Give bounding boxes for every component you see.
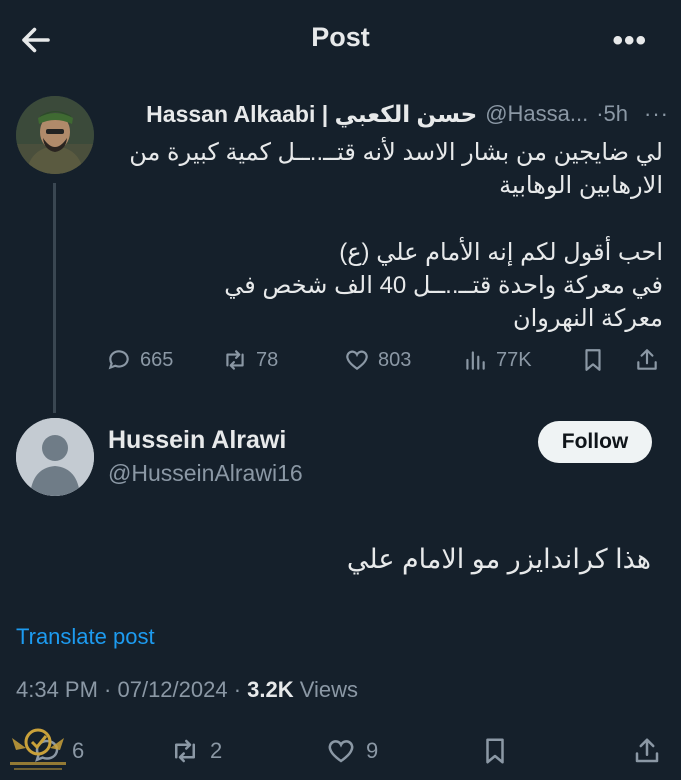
bookmark-icon (486, 738, 504, 764)
thread-connector-line (53, 183, 56, 413)
repost-icon (226, 350, 244, 370)
like-count: 9 (366, 738, 379, 763)
user-silhouette-icon (16, 418, 94, 496)
heart-icon (328, 740, 354, 763)
post-text-line: في معركة واحدة قتــ..ــل 40 الف شخص في (224, 272, 663, 299)
bookmark-icon (585, 349, 601, 371)
post-metadata: 4:34 PM · 07/12/2024 · 3.2K Views (16, 677, 358, 703)
reply-button[interactable]: 665 (106, 344, 173, 376)
views-label: Views (293, 677, 359, 702)
translate-post-link[interactable]: Translate post (16, 624, 155, 650)
more-options-icon[interactable]: ••• (612, 24, 647, 58)
post-text-paragraph-2: احب أقول لكم إنه الأمام علي (ع) في معركة… (103, 236, 663, 335)
repost-button[interactable]: 2 (170, 734, 222, 768)
like-count: 803 (378, 348, 412, 371)
avatar[interactable] (16, 96, 94, 174)
post-header: Hassan Alkaabi | حسن الكعبي @Hassa... ·5… (146, 98, 669, 130)
post-text-line: معركة النهروان (512, 305, 663, 332)
author-name[interactable]: Hassan Alkaabi | حسن الكعبي (146, 101, 477, 128)
post-text-line: لي ضايجين من بشار الاسد لأنه قتــ..ــل ك… (129, 139, 663, 166)
heart-icon (346, 350, 368, 370)
reply-author-name[interactable]: Hussein Alrawi (108, 426, 286, 455)
author-handle[interactable]: @Hassa... (485, 101, 588, 127)
views-count: 77K (496, 348, 532, 371)
views-bar-chart-icon (466, 351, 485, 370)
reply-icon (108, 350, 129, 370)
reply-author-handle[interactable]: @HusseinAlrawi16 (108, 460, 303, 487)
post-more-icon[interactable]: ··· (644, 101, 669, 127)
post-text-paragraph-1: لي ضايجين من بشار الاسد لأنه قتــ..ــل ك… (103, 136, 663, 202)
reply-count: 6 (72, 738, 85, 763)
like-button[interactable]: 803 (344, 344, 411, 376)
bookmark-button[interactable] (480, 734, 510, 768)
default-avatar[interactable] (16, 418, 94, 496)
reply-text: هذا كراندايزر مو الامام علي (346, 544, 651, 574)
share-button[interactable] (634, 344, 660, 376)
forum-watermark-logo (10, 728, 66, 770)
repost-count: 2 (210, 738, 223, 763)
share-icon (637, 349, 657, 370)
views-button[interactable]: 77K (462, 344, 532, 376)
share-icon (635, 738, 659, 763)
post-actions: 665 78 803 77K (106, 344, 667, 376)
reply-actions: 6 2 9 (0, 734, 681, 768)
repost-icon (175, 739, 195, 763)
page-title: Post (311, 22, 370, 52)
follow-button[interactable]: Follow (538, 421, 652, 463)
bookmark-button[interactable] (580, 344, 606, 376)
share-button[interactable] (632, 734, 662, 768)
repost-button[interactable]: 78 (222, 344, 278, 376)
like-button[interactable]: 9 (326, 734, 378, 768)
views-count: 3.2K (247, 677, 294, 702)
user-photo (16, 96, 94, 174)
reply-count: 665 (140, 348, 174, 371)
repost-count: 78 (256, 348, 279, 371)
post-text-line: احب أقول لكم إنه الأمام علي (ع) (339, 239, 663, 266)
post-timestamp[interactable]: 4:34 PM · 07/12/2024 · (16, 677, 247, 702)
post-time: ·5h (596, 101, 629, 126)
post-text-line: الارهابين الوهابية (499, 172, 663, 199)
